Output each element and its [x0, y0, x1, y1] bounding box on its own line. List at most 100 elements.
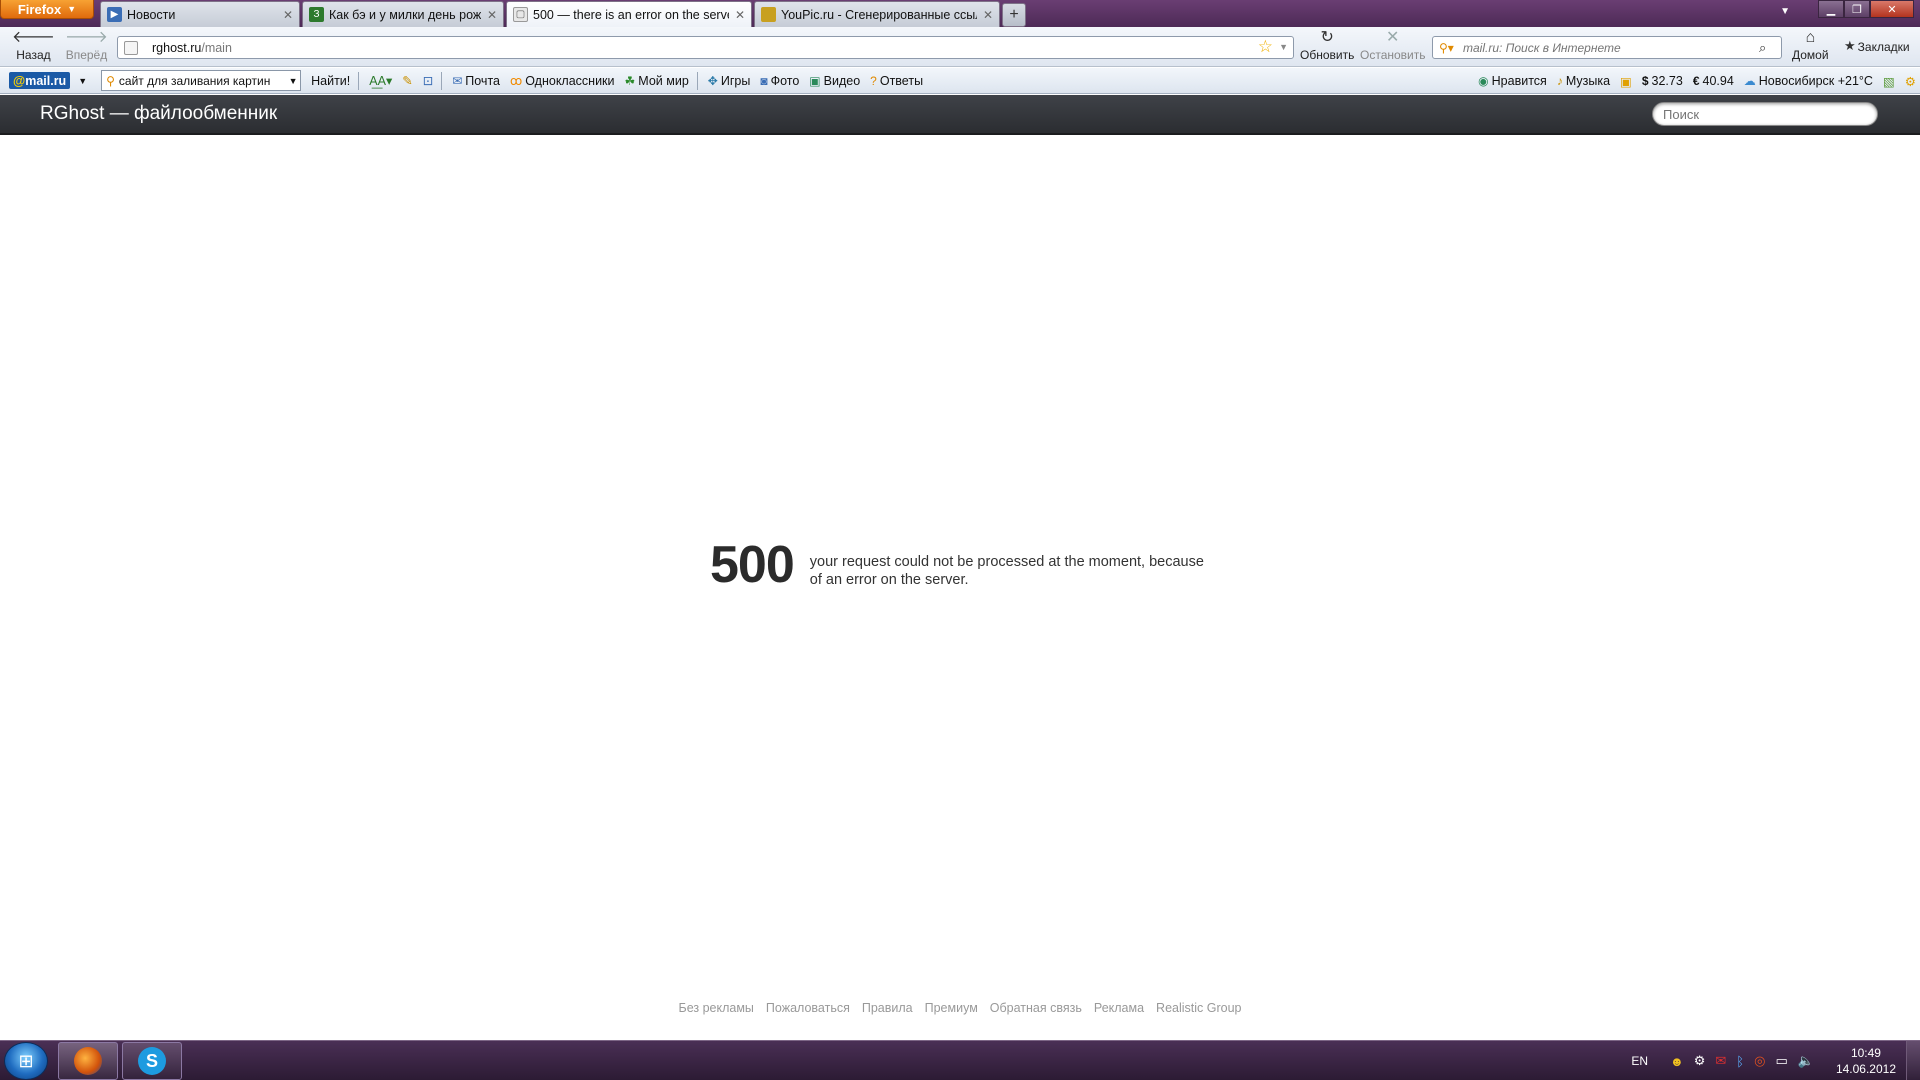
map-icon[interactable]: ▧: [1883, 74, 1895, 89]
forward-label: Вперёд: [65, 48, 108, 62]
close-icon[interactable]: ✕: [487, 8, 497, 22]
weather-widget[interactable]: ☁ Новосибирск +21°C: [1744, 74, 1873, 88]
footer-link-feedback[interactable]: Обратная связь: [990, 1001, 1082, 1015]
camera-icon: ◙: [760, 73, 768, 88]
site-search-input[interactable]: [1652, 102, 1878, 126]
firefox-icon: [74, 1047, 102, 1075]
link-answers[interactable]: ? Ответы: [870, 74, 923, 88]
taskbar-skype[interactable]: S: [122, 1042, 182, 1080]
footer-link-realistic-group[interactable]: Realistic Group: [1156, 1001, 1241, 1015]
maximize-button[interactable]: ❐: [1844, 0, 1870, 18]
usd-rate[interactable]: $32.73: [1642, 74, 1683, 88]
find-button[interactable]: Найти!: [311, 74, 350, 88]
folder-icon: [761, 7, 776, 22]
home-button[interactable]: ⌂ Домой: [1792, 30, 1829, 63]
bookmarks-button[interactable]: ★ Закладки: [1844, 38, 1910, 56]
clock-date: 14.06.2012: [1835, 1062, 1896, 1076]
question-icon: ?: [870, 73, 877, 88]
system-tray: EN ☻ ⚙ ✉ ᛒ ◎ ▭ 🔈 10:49 14.06.2012: [1631, 1041, 1896, 1080]
new-tab-button[interactable]: +: [1002, 3, 1026, 27]
film-icon: ▣: [809, 73, 821, 88]
music-note-icon: ♪: [1556, 74, 1563, 88]
error-block: 500 your request could not be processed …: [710, 534, 1210, 596]
settings-gear-icon[interactable]: ⚙: [1905, 74, 1916, 89]
bookmark-star-icon[interactable]: ☆: [1258, 37, 1273, 57]
firefox-menu-label: Firefox: [17, 1, 62, 17]
close-icon[interactable]: ✕: [735, 8, 745, 22]
translate-icon[interactable]: A͟A▾: [369, 73, 392, 88]
like-button[interactable]: ◉ Нравится: [1478, 74, 1547, 88]
forward-button[interactable]: 🡒 Вперёд: [65, 29, 108, 63]
link-mail-label: Почта: [465, 73, 500, 88]
taskbar-firefox[interactable]: [58, 1042, 118, 1080]
stop-button[interactable]: ✕ Остановить: [1360, 30, 1426, 63]
people-icon: ☘: [624, 73, 636, 88]
music-button[interactable]: ♪ Музыка: [1557, 74, 1610, 88]
back-label: Назад: [16, 48, 51, 62]
footer-link-no-ads[interactable]: Без рекламы: [679, 1001, 754, 1015]
reload-button[interactable]: ↻ Обновить: [1300, 30, 1355, 63]
find-on-page-icon[interactable]: ⊡: [423, 73, 433, 88]
link-odnoklassniki[interactable]: ꝏ Одноклассники: [510, 74, 615, 88]
footer-link-complain[interactable]: Пожаловаться: [766, 1001, 850, 1015]
tab-rghost-error[interactable]: ▢ 500 — there is an error on the server …: [506, 1, 752, 27]
network-icon[interactable]: ▭: [1775, 1053, 1787, 1069]
footer-link-premium[interactable]: Премиум: [925, 1001, 978, 1015]
eur-rate[interactable]: €40.94: [1693, 74, 1734, 88]
close-window-button[interactable]: ✕: [1870, 0, 1914, 18]
notification-icon[interactable]: ▣: [1620, 74, 1632, 89]
music-label: Музыка: [1565, 74, 1611, 88]
footer-link-advertising[interactable]: Реклама: [1094, 1001, 1144, 1015]
search-icon: ⚲: [106, 73, 115, 88]
arrow-right-icon: 🡒: [65, 29, 108, 46]
close-icon[interactable]: ✕: [983, 8, 993, 22]
link-mail[interactable]: ✉ Почта: [452, 74, 500, 88]
mailru-toolbar: @ mail.ru ▼ ⚲ сайт для заливания картин ▼…: [0, 68, 1920, 94]
mailru-search-field[interactable]: ⚲ сайт для заливания картин ▼: [101, 70, 302, 91]
emoticon-icon[interactable]: ☻: [1670, 1054, 1684, 1069]
mailru-toolbar-widgets: ◉ Нравится ♪ Музыка ▣ $32.73 €40.94 ☁ Новос…: [1468, 68, 1920, 94]
steam-icon[interactable]: ⚙: [1694, 1053, 1706, 1069]
chevron-down-icon[interactable]: ▼: [286, 76, 300, 86]
chat-icon[interactable]: ✉: [1715, 1053, 1726, 1069]
history-dropdown-icon[interactable]: ▼: [1279, 42, 1288, 52]
search-engine-icon[interactable]: ⚲▾: [1433, 41, 1463, 55]
back-button[interactable]: 🡐 Назад: [12, 30, 55, 63]
windows-logo-icon: ⊞: [18, 1050, 34, 1071]
site-favicon-icon: З: [309, 7, 324, 22]
address-bar[interactable]: rghost.ru/main ☆ ▼: [117, 36, 1294, 59]
volume-icon[interactable]: 🔈: [1798, 1053, 1814, 1069]
tab-birthday[interactable]: З Как бэ и у милки день рождение :3 ... …: [302, 1, 504, 27]
footer-link-rules[interactable]: Правила: [862, 1001, 913, 1015]
minimize-button[interactable]: ▁: [1818, 0, 1844, 18]
tab-youpic[interactable]: YouPic.ru - Сгенерированные ссылки ✕: [754, 1, 1000, 27]
mailru-logo[interactable]: @ mail.ru: [9, 72, 71, 89]
clock[interactable]: 10:49 14.06.2012: [1836, 1045, 1896, 1077]
search-icon[interactable]: ⌕: [1759, 40, 1781, 56]
antivirus-icon[interactable]: ◎: [1754, 1053, 1765, 1069]
link-games[interactable]: ✥ Игры: [708, 74, 751, 88]
weather-label: Новосибирск +21°C: [1758, 74, 1873, 88]
site-identity-icon[interactable]: [124, 40, 138, 55]
start-button[interactable]: ⊞: [4, 1042, 48, 1080]
highlight-icon[interactable]: ✎: [402, 73, 412, 88]
link-games-label: Игры: [720, 73, 751, 88]
link-video[interactable]: ▣ Видео: [809, 74, 860, 88]
firefox-menu-button[interactable]: Firefox ▼: [0, 0, 94, 19]
chevron-down-icon[interactable]: ▼: [78, 76, 87, 86]
tab-news[interactable]: ▶ Новости ✕: [100, 1, 300, 27]
reload-label: Обновить: [1300, 48, 1355, 62]
play-icon: ▶: [107, 7, 122, 22]
link-moi-mir[interactable]: ☘ Мой мир: [625, 74, 689, 88]
site-title[interactable]: RGhost — файлообменник: [40, 103, 277, 125]
cloud-icon: ☁: [1743, 74, 1756, 88]
close-icon[interactable]: ✕: [283, 8, 293, 22]
browser-search-bar[interactable]: ⚲▾ ⌕: [1432, 36, 1782, 59]
show-desktop-button[interactable]: [1906, 1041, 1920, 1080]
bluetooth-icon[interactable]: ᛒ: [1736, 1054, 1744, 1069]
browser-search-input[interactable]: [1463, 40, 1759, 55]
link-photo[interactable]: ◙ Фото: [760, 74, 799, 88]
tab-list-icon[interactable]: ▼: [1780, 6, 1790, 17]
euro-icon: €: [1692, 74, 1700, 88]
language-indicator[interactable]: EN: [1631, 1054, 1648, 1068]
